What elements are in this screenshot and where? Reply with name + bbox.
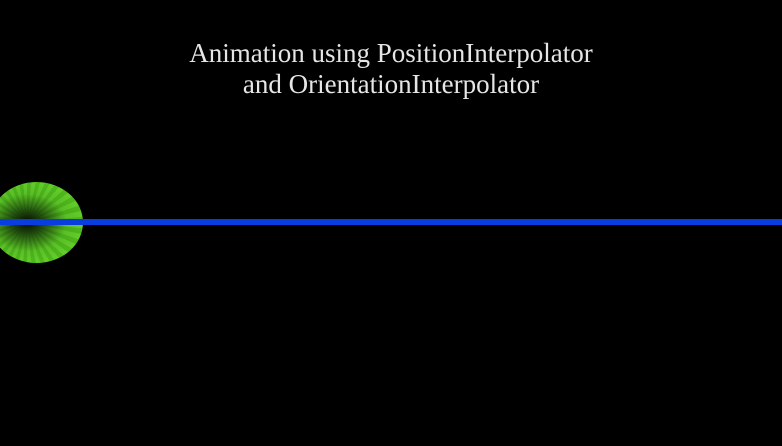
canvas-3d-scene: Animation using PositionInterpolator and… xyxy=(0,0,782,446)
scene-title-line-2: and OrientationInterpolator xyxy=(242,69,540,99)
scene-title: Animation using PositionInterpolator and… xyxy=(0,38,782,100)
path-rail xyxy=(0,219,782,225)
scene-title-line-1: Animation using PositionInterpolator xyxy=(189,38,593,68)
